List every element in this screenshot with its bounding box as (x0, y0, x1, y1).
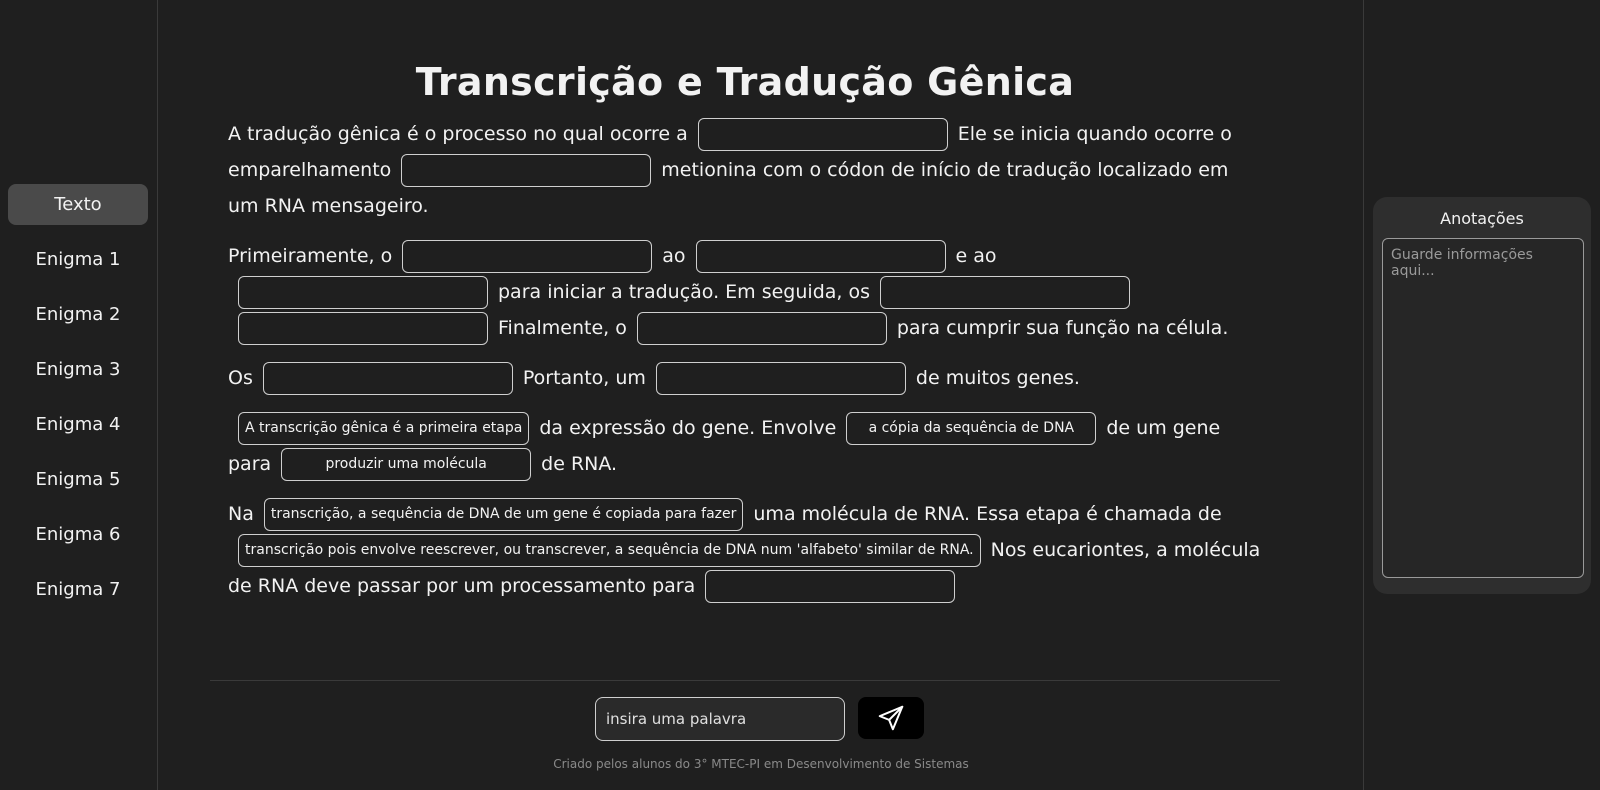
filled-answer[interactable]: a cópia da sequência de DNA (846, 412, 1097, 445)
answer-blank[interactable] (238, 276, 488, 309)
text-segment: Primeiramente, o (228, 245, 393, 267)
text-segment: Os (228, 367, 253, 389)
nav-item-enigma-2[interactable]: Enigma 2 (8, 294, 148, 335)
nav-item-enigma-6[interactable]: Enigma 6 (8, 514, 148, 555)
answer-blank[interactable] (655, 362, 906, 395)
filled-answer[interactable]: A transcrição gênica é a primeira etapa (238, 412, 530, 445)
answer-input-row (595, 697, 924, 741)
text-segment: A tradução gênica é o processo no qual o… (228, 123, 688, 145)
nav-item-texto[interactable]: Texto (8, 184, 148, 225)
filled-answer[interactable]: transcrição pois envolve reescrever, ou … (238, 534, 981, 567)
answer-blank[interactable] (705, 570, 956, 603)
send-button[interactable] (858, 697, 924, 739)
text-segment: Finalmente, o (498, 317, 627, 339)
text-segment: para cumprir sua função na célula. (896, 317, 1229, 339)
page-title: Transcrição e Tradução Gênica (415, 60, 1075, 104)
text-segment: e ao (955, 245, 997, 267)
answer-blank[interactable] (880, 276, 1130, 309)
text-segment: uma molécula de RNA. Essa etapa é chamad… (753, 503, 1222, 525)
nav-item-enigma-4[interactable]: Enigma 4 (8, 404, 148, 445)
paragraph-3: Os Portanto, um de muitos genes. (228, 360, 1264, 396)
nav-item-enigma-7[interactable]: Enigma 7 (8, 569, 148, 610)
answer-blank[interactable] (401, 154, 652, 187)
paragraph-4: A transcrição gênica é a primeira etapa d… (228, 410, 1264, 482)
text-segment: de RNA. (541, 453, 618, 475)
filled-answer[interactable]: transcrição, a sequência de DNA de um ge… (263, 498, 744, 531)
word-input[interactable] (595, 697, 845, 741)
filled-answer[interactable]: produzir uma molécula (281, 448, 532, 481)
text-content[interactable]: Transcrição e Tradução Gênica A tradução… (210, 0, 1280, 681)
text-segment: de muitos genes. (915, 367, 1080, 389)
text-segment: ao (662, 245, 686, 267)
nav-item-enigma-5[interactable]: Enigma 5 (8, 459, 148, 500)
notes-panel: Anotações (1373, 197, 1591, 594)
sidebar-nav: Texto Enigma 1 Enigma 2 Enigma 3 Enigma … (8, 184, 148, 624)
answer-blank[interactable] (402, 240, 653, 273)
paragraph-2: Primeiramente, o ao e ao para iniciar a tra… (228, 238, 1264, 346)
notes-textarea[interactable] (1382, 238, 1584, 578)
text-segment: da expressão do gene. Envolve (539, 417, 837, 439)
paragraph-1: A tradução gênica é o processo no qual o… (228, 116, 1264, 224)
notes-title: Anotações (1440, 209, 1524, 228)
footer-credit: Criado pelos alunos do 3° MTEC-PI em Des… (553, 757, 969, 771)
text-segment: para iniciar a tradução. Em seguida, os (498, 281, 870, 303)
answer-blank[interactable] (695, 240, 946, 273)
nav-item-enigma-3[interactable]: Enigma 3 (8, 349, 148, 390)
paragraph-5: Na transcrição, a sequência de DNA de um … (228, 496, 1264, 604)
app: Texto Enigma 1 Enigma 2 Enigma 3 Enigma … (0, 0, 1600, 790)
answer-blank[interactable] (636, 312, 887, 345)
nav-item-enigma-1[interactable]: Enigma 1 (8, 239, 148, 280)
text-segment: Portanto, um (522, 367, 646, 389)
text-segment: Na (228, 503, 254, 525)
main-panel: Transcrição e Tradução Gênica A tradução… (158, 0, 1364, 790)
answer-blank[interactable] (697, 118, 948, 151)
answer-blank[interactable] (262, 362, 513, 395)
send-icon (878, 705, 904, 731)
puzzle-text: A tradução gênica é o processo no qual o… (210, 116, 1280, 604)
sidebar: Texto Enigma 1 Enigma 2 Enigma 3 Enigma … (0, 0, 158, 790)
answer-blank[interactable] (238, 312, 488, 345)
